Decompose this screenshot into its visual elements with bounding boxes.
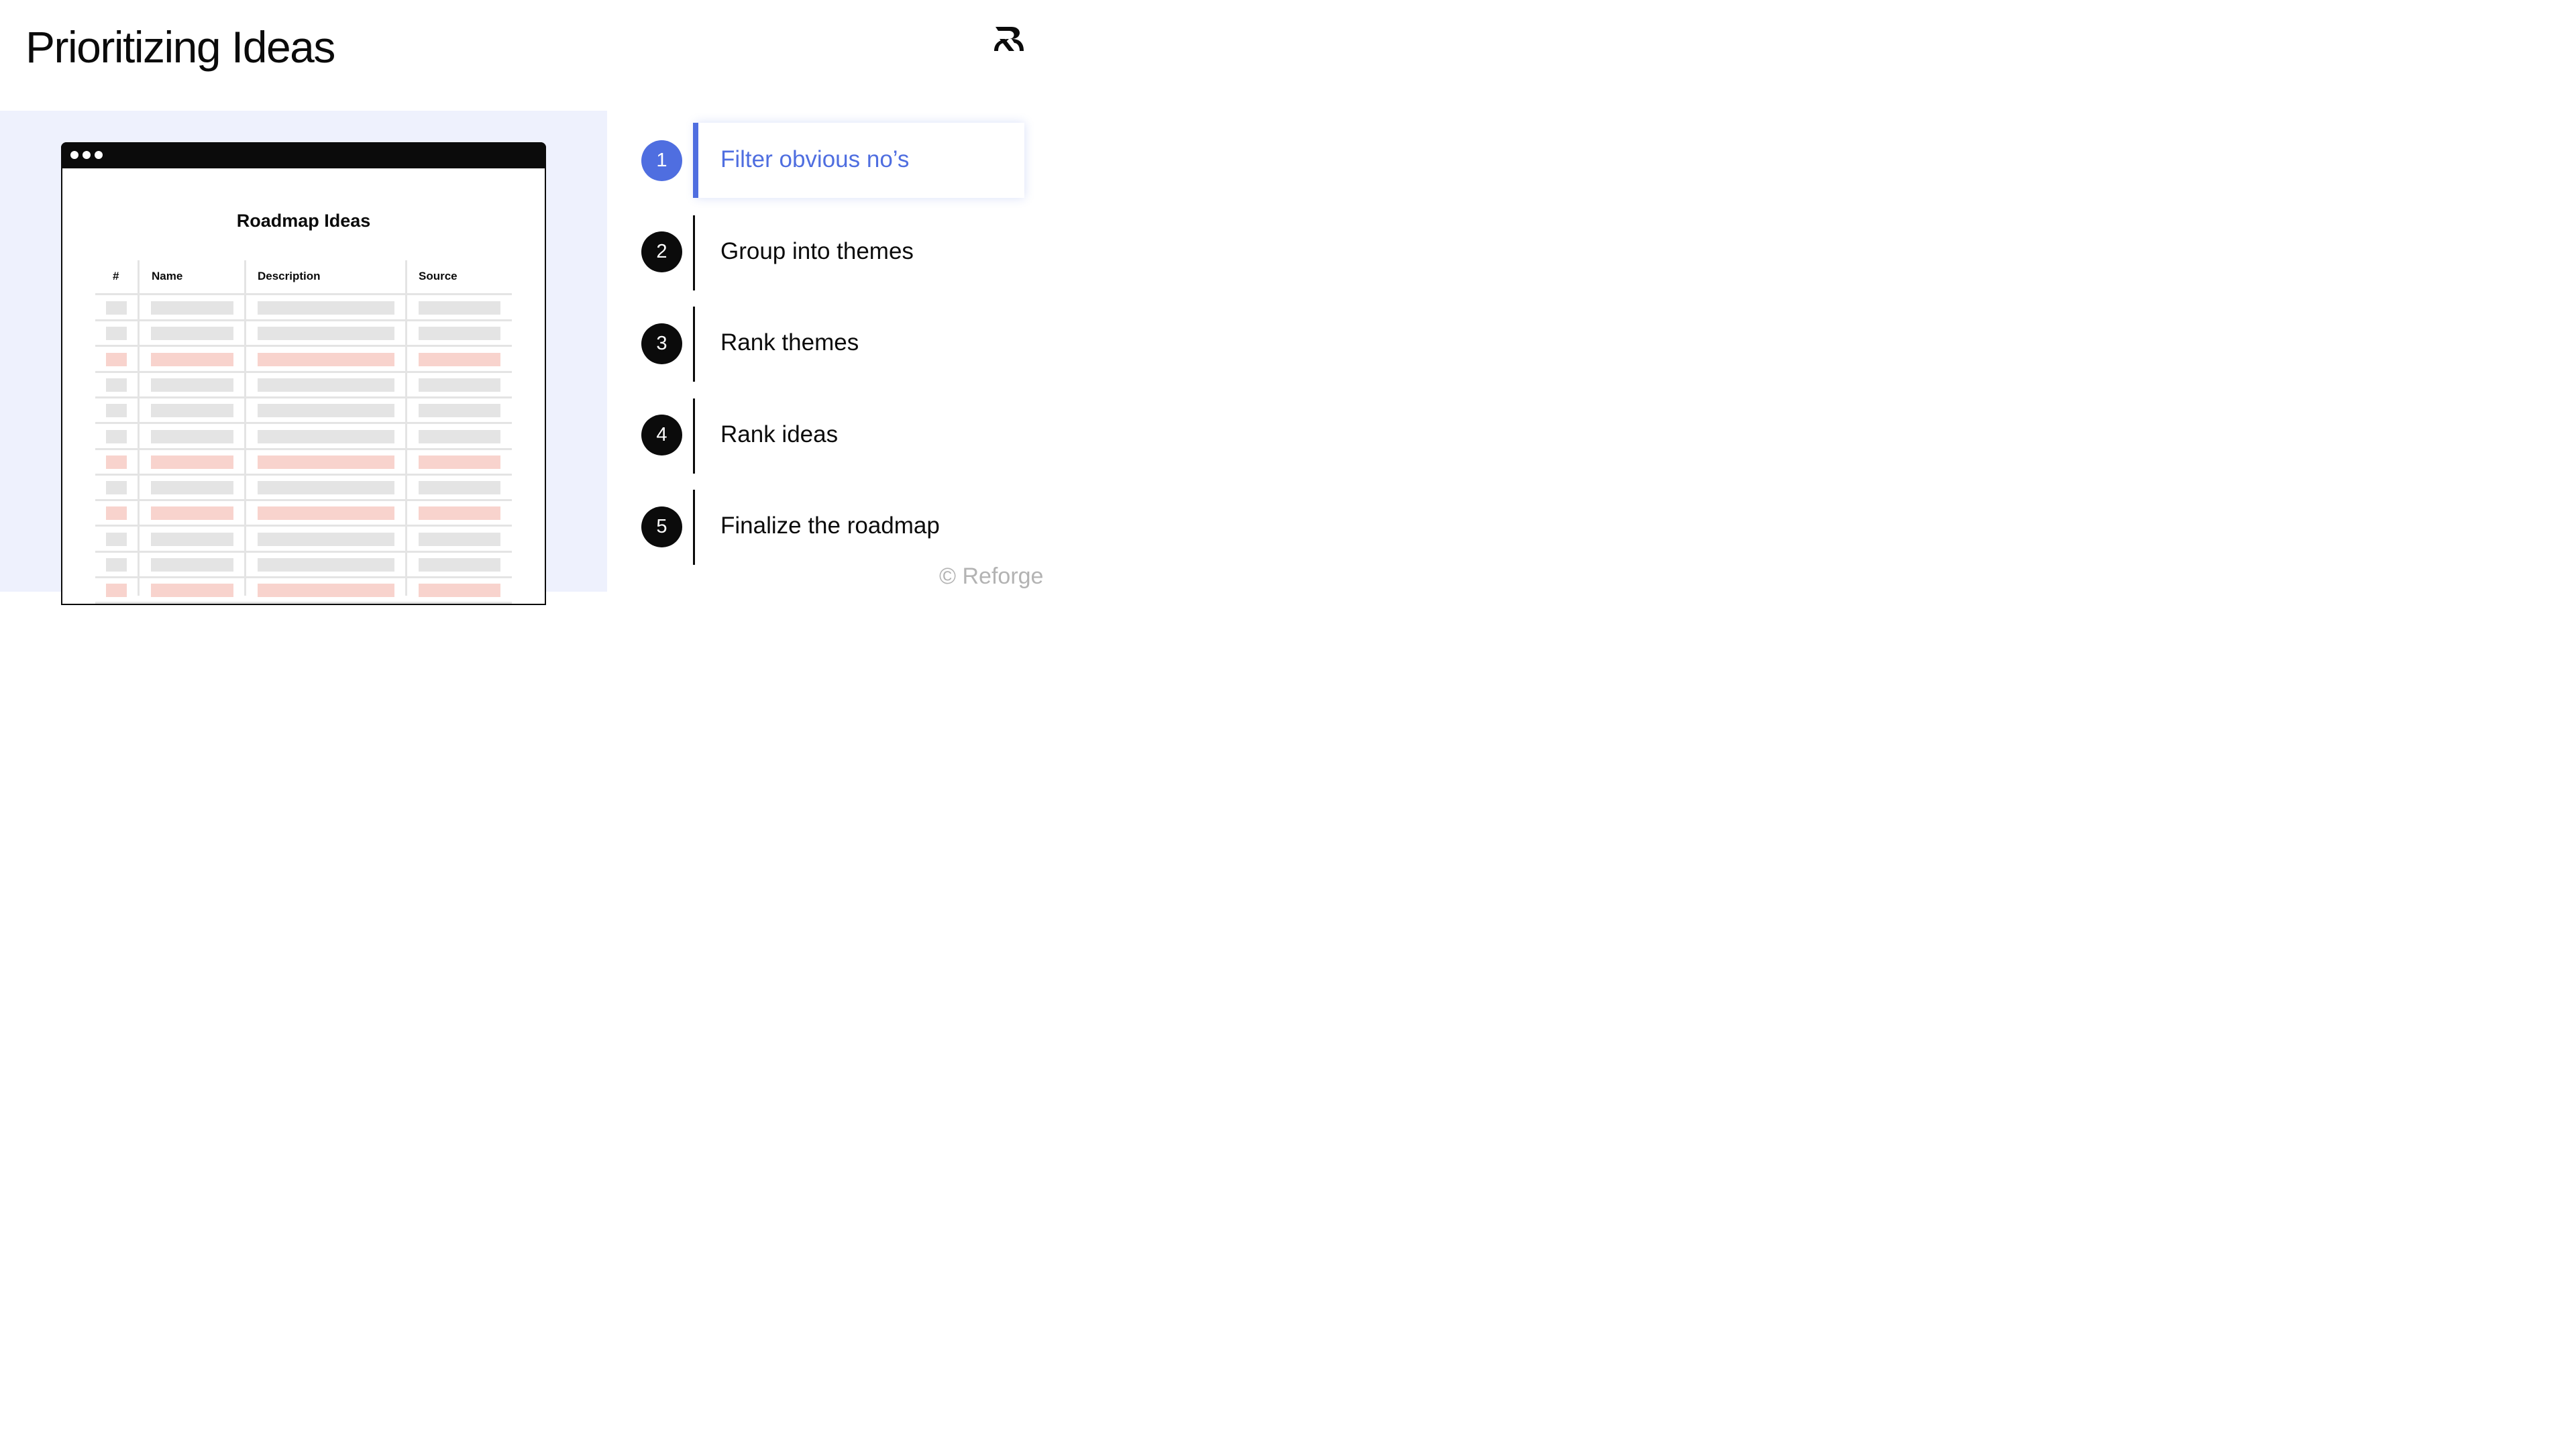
placeholder-cell-name (151, 429, 233, 443)
step-divider (693, 490, 695, 565)
step-divider (693, 398, 695, 474)
placeholder-cell-name (151, 301, 233, 315)
placeholder-cell-number (106, 352, 127, 366)
column-header-number: # (113, 270, 119, 282)
window-dot-icon (95, 151, 103, 159)
placeholder-cell-source (419, 301, 500, 315)
placeholder-cell-name (151, 378, 233, 392)
placeholder-cell-description (258, 327, 394, 341)
placeholder-cell-source (419, 532, 500, 546)
step-label: Finalize the roadmap (720, 513, 940, 539)
step-number-badge: 2 (641, 231, 682, 272)
row-divider (95, 319, 512, 321)
placeholder-cell-number (106, 301, 127, 315)
step-label: Rank ideas (720, 421, 839, 447)
header-divider (95, 293, 512, 295)
row-divider (95, 550, 512, 553)
placeholder-cell-number (106, 558, 127, 572)
step-number-badge: 1 (641, 140, 682, 181)
row-divider (95, 473, 512, 476)
placeholder-cell-number (106, 506, 127, 521)
placeholder-cell-name (151, 455, 233, 469)
placeholder-cell-number (106, 584, 127, 598)
column-header-source: Source (419, 270, 458, 282)
column-divider (138, 260, 140, 596)
window-dot-icon (83, 151, 91, 159)
browser-title-bar (61, 142, 546, 168)
row-divider (95, 370, 512, 373)
copyright-notice: © Reforge (939, 564, 1044, 589)
step-number-badge: 4 (641, 415, 682, 455)
placeholder-cell-name (151, 404, 233, 418)
placeholder-cell-number (106, 327, 127, 341)
placeholder-cell-source (419, 506, 500, 521)
row-divider (95, 345, 512, 347)
column-divider (244, 260, 246, 596)
placeholder-cell-source (419, 404, 500, 418)
page-title: Prioritizing Ideas (25, 22, 335, 72)
row-divider (95, 576, 512, 578)
placeholder-cell-number (106, 532, 127, 546)
step-divider (693, 307, 695, 382)
placeholder-cell-description (258, 455, 394, 469)
placeholder-cell-source (419, 481, 500, 495)
placeholder-cell-number (106, 429, 127, 443)
placeholder-cell-source (419, 584, 500, 598)
step-label: Group into themes (720, 237, 914, 264)
placeholder-cell-name (151, 352, 233, 366)
placeholder-cell-source (419, 378, 500, 392)
step-label: Filter obvious no’s (720, 146, 910, 172)
placeholder-cell-number (106, 481, 127, 495)
step-label: Rank themes (720, 329, 859, 356)
placeholder-cell-description (258, 429, 394, 443)
placeholder-cell-description (258, 532, 394, 546)
placeholder-cell-name (151, 558, 233, 572)
placeholder-cell-source (419, 327, 500, 341)
placeholder-cell-source (419, 558, 500, 572)
row-divider (95, 499, 512, 502)
row-divider (95, 396, 512, 398)
placeholder-cell-name (151, 584, 233, 598)
placeholder-cell-source (419, 352, 500, 366)
document-title: Roadmap Ideas (236, 211, 371, 231)
placeholder-cell-name (151, 481, 233, 495)
column-header-name: Name (152, 270, 183, 282)
step-divider (693, 123, 698, 198)
placeholder-cell-name (151, 506, 233, 521)
placeholder-cell-description (258, 352, 394, 366)
placeholder-cell-description (258, 378, 394, 392)
row-divider (95, 525, 512, 527)
placeholder-cell-number (106, 378, 127, 392)
placeholder-cell-description (258, 481, 394, 495)
row-divider (95, 422, 512, 425)
column-divider (405, 260, 407, 596)
placeholder-cell-name (151, 327, 233, 341)
placeholder-cell-name (151, 532, 233, 546)
placeholder-cell-number (106, 404, 127, 418)
step-number-badge: 5 (641, 506, 682, 547)
row-divider (95, 447, 512, 450)
placeholder-cell-description (258, 584, 394, 598)
reforge-logo-icon (994, 27, 1024, 51)
placeholder-cell-description (258, 506, 394, 521)
placeholder-cell-description (258, 301, 394, 315)
placeholder-cell-number (106, 455, 127, 469)
placeholder-cell-description (258, 404, 394, 418)
placeholder-cell-source (419, 429, 500, 443)
placeholder-cell-source (419, 455, 500, 469)
window-dot-icon (70, 151, 78, 159)
placeholder-cell-description (258, 558, 394, 572)
step-divider (693, 215, 695, 290)
step-number-badge: 3 (641, 323, 682, 364)
column-header-description: Description (258, 270, 321, 282)
row-divider (95, 602, 512, 604)
